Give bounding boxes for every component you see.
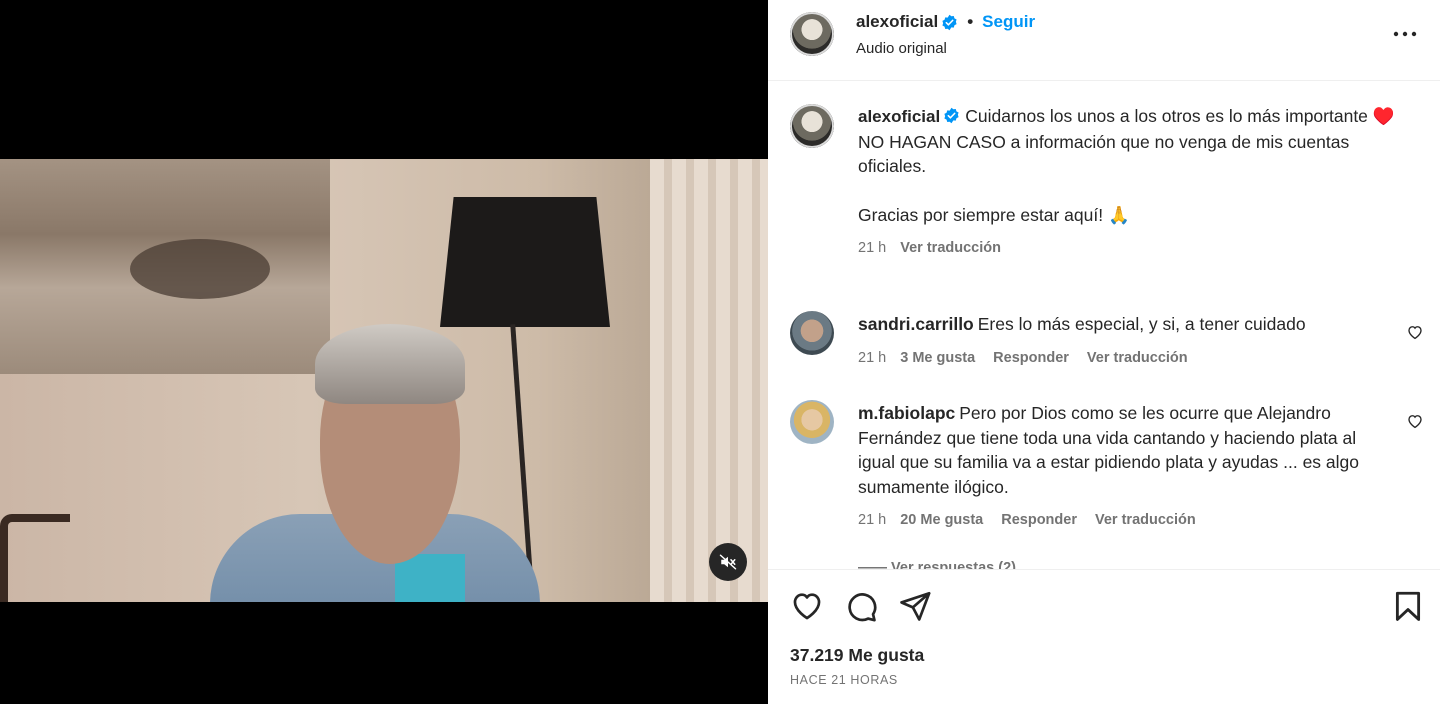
comments-scroll-area[interactable]: alexoficial Cuidarnos los unos a los otro…: [768, 82, 1440, 569]
likes-count[interactable]: 37.219 Me gusta: [790, 645, 924, 666]
header-username[interactable]: alexoficial: [856, 12, 938, 32]
comment-username[interactable]: sandri.carrillo: [858, 314, 974, 334]
comment-username[interactable]: m.fabiolapc: [858, 403, 955, 423]
more-options-icon: [1393, 31, 1417, 37]
verified-badge-icon: [944, 107, 959, 124]
like-comment-heart-icon[interactable]: [1406, 323, 1424, 341]
comment-likes[interactable]: 20 Me gusta: [900, 512, 983, 528]
comment-body: sandri.carrillo Eres lo más especial, y s…: [858, 312, 1378, 337]
caption: alexoficial Cuidarnos los unos a los otro…: [858, 104, 1418, 260]
speaker-muted-icon: [719, 554, 737, 570]
avatar[interactable]: [790, 12, 834, 56]
header-line: alexoficial • Seguir: [856, 12, 1035, 32]
post-timestamp[interactable]: HACE 21 HORAS: [790, 673, 898, 687]
follow-button[interactable]: Seguir: [982, 12, 1035, 32]
caption-meta: 21 h Ver traducción: [858, 236, 1418, 261]
verified-badge-icon: [942, 14, 957, 30]
comment-meta: 21 h 20 Me gusta Responder Ver traducción: [858, 508, 1378, 533]
comment-text: Eres lo más especial, y si, a tener cuid…: [977, 314, 1306, 334]
caption-translate-link[interactable]: Ver traducción: [900, 240, 1001, 256]
video-background-curtain: [650, 159, 768, 602]
like-comment-heart-icon[interactable]: [1406, 412, 1424, 430]
comment-bubble-icon[interactable]: [844, 589, 878, 623]
comment-translate-link[interactable]: Ver traducción: [1087, 350, 1188, 366]
comment-body: m.fabiolapc Pero por Dios como se les ocu…: [858, 401, 1378, 499]
header-separator: •: [967, 12, 974, 31]
media-pane: [0, 0, 768, 704]
video-person-hair: [315, 324, 465, 404]
audio-label[interactable]: Audio original: [856, 40, 947, 57]
comment-meta: 21 h 3 Me gusta Responder Ver traducción: [858, 346, 1378, 371]
video-background-chair: [0, 514, 70, 602]
post-actions: 37.219 Me gusta HACE 21 HORAS: [768, 569, 1440, 704]
mute-toggle-button[interactable]: [709, 543, 747, 581]
caption-time[interactable]: 21 h: [858, 240, 886, 256]
post-header: alexoficial • Seguir Audio original: [768, 0, 1440, 81]
more-options-button[interactable]: [1390, 22, 1420, 46]
post-side-panel: alexoficial • Seguir Audio original alex…: [768, 0, 1440, 704]
caption-username[interactable]: alexoficial: [858, 107, 940, 126]
video-background-painting: [0, 159, 330, 374]
comment-time[interactable]: 21 h: [858, 512, 886, 528]
save-bookmark-icon[interactable]: [1391, 589, 1425, 623]
comment-translate-link[interactable]: Ver traducción: [1095, 512, 1196, 528]
comment-item: m.fabiolapc Pero por Dios como se les ocu…: [858, 401, 1378, 533]
video-background-lamp: [440, 197, 610, 327]
like-heart-icon[interactable]: [790, 589, 824, 623]
comment-item: sandri.carrillo Eres lo más especial, y s…: [858, 312, 1378, 370]
view-replies-link[interactable]: —— Ver respuestas (2): [858, 560, 1016, 569]
video-person-shirt: [395, 554, 465, 602]
video-player[interactable]: [0, 159, 768, 602]
share-paper-plane-icon[interactable]: [898, 589, 932, 623]
comment-reply-link[interactable]: Responder: [993, 350, 1069, 366]
comment-reply-link[interactable]: Responder: [1001, 512, 1077, 528]
caption-body: alexoficial Cuidarnos los unos a los otro…: [858, 104, 1418, 228]
comment-time[interactable]: 21 h: [858, 350, 886, 366]
comment-likes[interactable]: 3 Me gusta: [900, 350, 975, 366]
